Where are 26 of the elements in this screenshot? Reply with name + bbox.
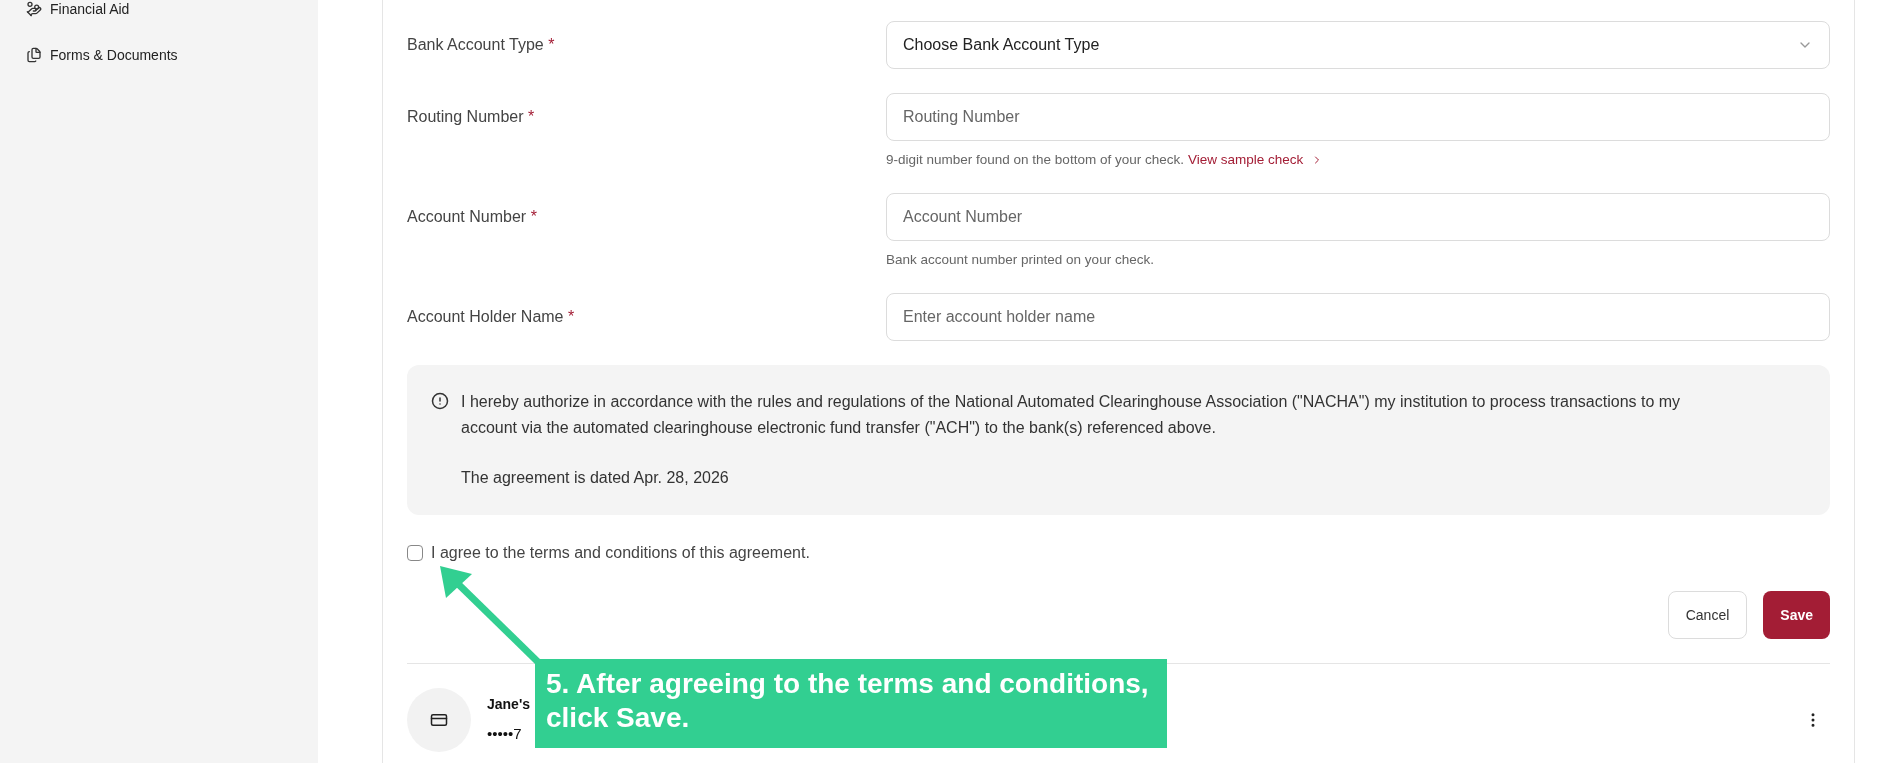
input-field[interactable]: Account Number [886, 193, 1830, 241]
annotation-callout: 5. After agreeing to the terms and conditions, click Save. [535, 659, 1167, 748]
info-icon [431, 392, 449, 410]
save-button[interactable]: Save [1763, 591, 1830, 639]
hint-text: 9-digit number found on the bottom of your check. [886, 150, 1184, 169]
hand-coins-icon [26, 1, 42, 17]
sidebar-item[interactable]: Financial Aid [26, 0, 318, 18]
field-label: Bank Account Type * [407, 35, 555, 55]
cancel-button[interactable]: Cancel [1667, 591, 1748, 639]
account-title: Jane's [487, 695, 532, 715]
field-label: Account Holder Name * [407, 307, 575, 327]
sample-check-link[interactable]: View sample check [1187, 149, 1324, 171]
agree-checkbox[interactable] [407, 545, 423, 561]
agree-label: I agree to the terms and conditions of this agreement. [431, 543, 810, 563]
masked-account-number: •••••7 [487, 724, 523, 745]
credit-card-icon [430, 711, 448, 729]
sidebar-item[interactable]: Forms & Documents [26, 46, 318, 64]
field-label: Routing Number * [407, 107, 535, 127]
input-field[interactable]: Routing Number [886, 93, 1830, 141]
documents-icon [26, 47, 42, 63]
notice-paragraph: The agreement is dated Apr. 28, 2026 [461, 468, 730, 488]
select-field[interactable]: Choose Bank Account Type [886, 21, 1830, 69]
hint-text: Bank account number printed on your check. [886, 250, 1154, 269]
notice-paragraph: I hereby authorize in accordance with the rules and regulations of the National Automated Clearinghouse Association ("NACHA") my institution to process transactions to my account via the automated clearinghouse electronic fund transfer ("ACH") to the bank(s) referenced above. [461, 392, 1682, 438]
field-label: Account Number * [407, 207, 537, 227]
input-field[interactable]: Enter account holder name [886, 293, 1830, 341]
